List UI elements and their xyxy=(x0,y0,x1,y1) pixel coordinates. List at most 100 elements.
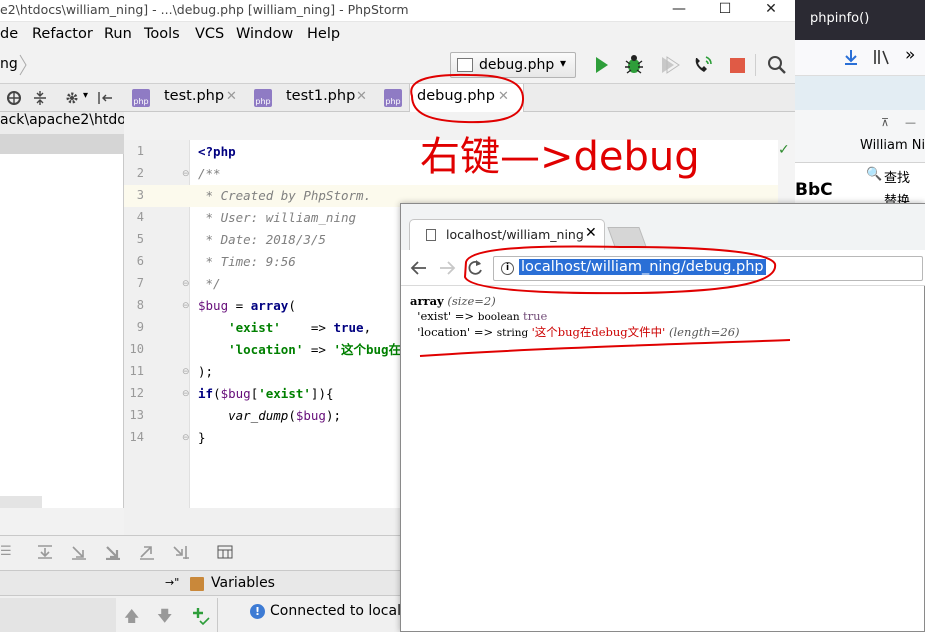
run-configuration-select[interactable]: debug.php ▾ xyxy=(450,52,576,78)
line-number: 7 xyxy=(136,276,144,290)
console-lines-icon[interactable]: ☰ xyxy=(0,544,12,559)
tab-debug-php[interactable]: debug.php ✕ xyxy=(409,84,524,112)
fold-marker-icon[interactable]: ⊖ xyxy=(182,389,190,399)
find-icon: 🔍 xyxy=(866,167,883,182)
arrow-down-icon[interactable]: 🡇 xyxy=(157,606,172,631)
forward-icon[interactable] xyxy=(438,259,456,277)
code-line-5: * Date: 2018/3/5 xyxy=(198,232,326,247)
tab-test-php[interactable]: php test.php ✕ xyxy=(126,84,244,112)
reload-icon[interactable] xyxy=(466,259,484,277)
menu-code[interactable]: de xyxy=(0,26,18,42)
stop-button[interactable] xyxy=(725,52,751,78)
bug-icon xyxy=(625,55,643,74)
new-tab-button[interactable] xyxy=(607,227,647,247)
close-tab-icon[interactable]: ✕ xyxy=(226,89,237,104)
line-number: 5 xyxy=(136,232,144,246)
fold-marker-icon[interactable]: ⊖ xyxy=(182,279,190,289)
collapse-all-icon[interactable] xyxy=(32,90,48,106)
project-selected-row[interactable] xyxy=(0,134,124,154)
code-line-7: */ xyxy=(198,276,221,291)
line-number: 13 xyxy=(129,408,144,422)
panel-divider xyxy=(217,598,218,632)
stop-icon xyxy=(730,58,745,73)
fold-marker-icon[interactable]: ⊖ xyxy=(182,301,190,311)
close-tab-icon[interactable]: ✕ xyxy=(356,89,367,104)
code-line-8: $bug = array( xyxy=(198,298,296,313)
word-find-button[interactable]: 查找 xyxy=(884,167,910,186)
project-tree[interactable] xyxy=(0,154,124,508)
close-button[interactable]: ✕ xyxy=(748,0,794,22)
minimize-button[interactable]: — xyxy=(656,0,702,22)
close-tab-icon[interactable]: ✕ xyxy=(498,89,509,104)
menu-tools[interactable]: Tools xyxy=(144,26,180,42)
php-config-icon xyxy=(457,58,473,72)
line-number: 11 xyxy=(129,364,144,378)
info-icon[interactable]: i xyxy=(501,262,514,275)
coverage-button[interactable] xyxy=(656,52,682,78)
search-icon xyxy=(768,56,786,74)
frames-panel xyxy=(0,598,116,632)
tab-label: test.php xyxy=(164,88,225,104)
tab-debug-php-icon-area: php xyxy=(378,84,408,112)
word-style-preview[interactable]: BbC xyxy=(795,180,833,200)
maximize-button[interactable]: ☐ xyxy=(702,0,748,22)
code-line-9: 'exist' => true, xyxy=(198,320,372,335)
menu-refactor[interactable]: Refactor xyxy=(32,26,93,42)
tab-label: debug.php xyxy=(417,88,495,104)
line-number: 12 xyxy=(129,386,144,400)
variables-icon xyxy=(190,577,204,591)
run-configuration-label: debug.php xyxy=(479,57,555,73)
menu-window[interactable]: Window xyxy=(236,26,293,42)
search-button[interactable] xyxy=(764,52,790,78)
phone-listen-icon xyxy=(695,56,712,72)
firefox-tab-phpinfo[interactable]: phpinfo() xyxy=(810,11,869,26)
browser-tab-title: localhost/william_ning xyxy=(446,227,584,242)
back-icon[interactable] xyxy=(410,259,428,277)
no-errors-check-icon[interactable]: ✓ xyxy=(778,142,790,158)
fold-marker-icon[interactable]: ⊖ xyxy=(182,169,190,179)
url-input[interactable]: i localhost/william_ning/debug.php xyxy=(493,256,923,281)
run-to-cursor-icon[interactable] xyxy=(172,544,190,560)
listen-debug-button[interactable] xyxy=(690,52,716,78)
locate-file-icon[interactable] xyxy=(6,90,22,106)
fold-marker-icon[interactable]: ⊖ xyxy=(182,367,190,377)
arrow-up-icon[interactable]: 🡅 xyxy=(124,606,139,631)
project-path[interactable]: ack\apache2\htdocs xyxy=(0,112,124,134)
tab-label: test1.php xyxy=(286,88,356,104)
settings-gear-icon[interactable] xyxy=(64,90,80,106)
overflow-chevron-icon[interactable]: » xyxy=(905,45,915,65)
chevron-down-icon[interactable]: ▾ xyxy=(83,90,88,101)
breadcrumb[interactable]: ng xyxy=(0,56,18,72)
add-watch-icon[interactable] xyxy=(191,606,211,626)
evaluate-expression-icon[interactable] xyxy=(216,544,234,560)
pin-arrow-icon[interactable]: →" xyxy=(165,576,179,589)
library-icon[interactable] xyxy=(873,49,891,65)
menu-run[interactable]: Run xyxy=(104,26,132,42)
fold-marker-icon[interactable]: ⊖ xyxy=(182,433,190,443)
breadcrumb-separator-icon xyxy=(19,54,27,76)
window-title: e2\htdocs\william_ning] - ...\debug.php … xyxy=(0,2,409,17)
step-over-icon[interactable] xyxy=(36,544,54,560)
force-step-into-icon[interactable] xyxy=(104,544,122,560)
close-tab-icon[interactable]: ✕ xyxy=(585,225,597,241)
menu-bar: de Refactor Run Tools VCS Window Help xyxy=(0,22,795,48)
word-user-name: William Nin xyxy=(860,138,925,153)
url-text: localhost/william_ning/debug.php xyxy=(519,259,766,275)
code-line-3: * Created by PhpStorm. xyxy=(198,188,372,203)
hide-panel-icon[interactable] xyxy=(97,90,113,106)
run-button[interactable] xyxy=(588,52,614,78)
download-icon[interactable] xyxy=(843,49,859,65)
tab-test1-php[interactable]: php test1.php ✕ xyxy=(248,84,376,112)
step-out-icon[interactable] xyxy=(138,544,156,560)
ribbon-minimize-icon[interactable]: — xyxy=(905,116,916,129)
project-scrollbar[interactable] xyxy=(0,496,42,508)
browser-tab[interactable]: localhost/william_ning ✕ xyxy=(409,219,605,250)
menu-help[interactable]: Help xyxy=(307,26,340,42)
step-into-icon[interactable] xyxy=(70,544,88,560)
debug-button[interactable] xyxy=(621,52,647,78)
ribbon-collapse-icon[interactable]: ⊼ xyxy=(881,116,889,129)
line-number: 2 xyxy=(136,166,144,180)
menu-vcs[interactable]: VCS xyxy=(195,26,224,42)
screen: phpinfo() » ⊼ — William Nin BbC 🔍 查找 替换 … xyxy=(0,0,925,632)
variables-label: Variables xyxy=(211,575,275,591)
